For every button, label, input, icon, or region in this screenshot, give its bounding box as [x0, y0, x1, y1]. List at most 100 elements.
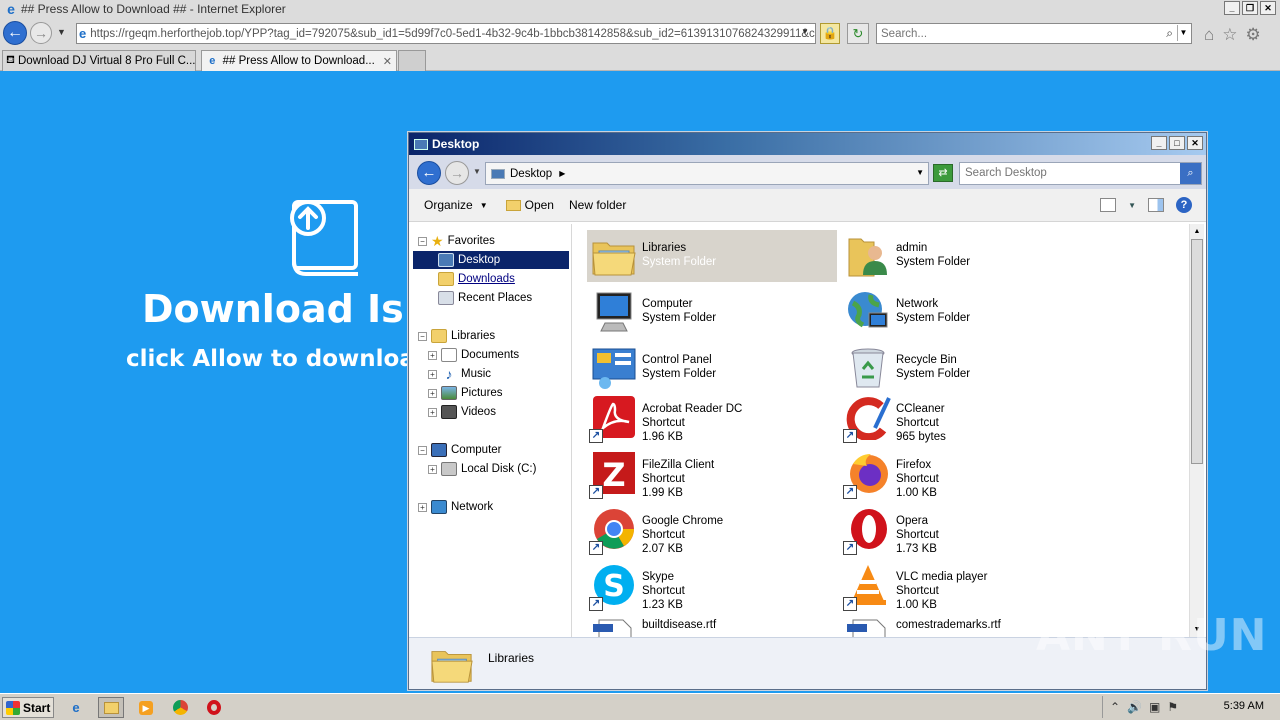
file-type: System Folder [642, 368, 717, 380]
file-item-ccleaner[interactable]: ↗ CCleaner Shortcut 965 bytes [841, 391, 1091, 443]
address-dropdown-icon[interactable]: ▼ [916, 168, 924, 177]
tree-recent-places[interactable]: Recent Places [438, 289, 532, 307]
tree-libraries[interactable]: − Libraries [418, 327, 495, 345]
tree-desktop[interactable]: Desktop [413, 251, 569, 269]
expand-icon[interactable]: + [418, 502, 427, 512]
action-center-flag-icon[interactable]: ⚑ [1167, 700, 1178, 714]
preview-pane-icon[interactable] [1148, 198, 1164, 212]
tree-music[interactable]: + ♪ Music [428, 365, 491, 383]
search-dropdown-icon[interactable]: ▼ [1177, 25, 1189, 41]
recent-pages-dropdown[interactable]: ▼ [57, 27, 66, 37]
file-item-network[interactable]: Network System Folder [841, 286, 1091, 338]
file-item-opera[interactable]: ↗ Opera Shortcut 1.73 KB [841, 503, 1091, 555]
explorer-search-input[interactable] [965, 167, 1175, 179]
collapse-icon[interactable]: − [418, 331, 427, 341]
file-item-libraries[interactable]: Libraries System Folder [587, 230, 837, 282]
expand-icon[interactable]: + [428, 388, 437, 398]
expand-icon[interactable]: + [428, 369, 437, 379]
search-icon[interactable]: ⌕ [1180, 163, 1201, 184]
tab-close-icon[interactable]: ✕ [383, 55, 392, 68]
gear-icon[interactable]: ⚙ [1246, 25, 1261, 45]
expand-icon[interactable]: + [428, 350, 437, 360]
forward-button[interactable]: → [30, 22, 52, 44]
close-button[interactable]: ✕ [1260, 1, 1276, 15]
recent-locations-dropdown[interactable]: ▼ [473, 167, 481, 176]
tree-videos[interactable]: + Videos [428, 403, 496, 421]
file-type: Shortcut [642, 529, 685, 541]
close-button[interactable]: ✕ [1187, 136, 1203, 150]
scroll-up-icon[interactable]: ▲ [1191, 225, 1203, 238]
tree-computer[interactable]: − Computer [418, 441, 502, 459]
volume-icon[interactable]: 🔊 [1127, 700, 1142, 714]
organize-button[interactable]: Organize ▼ [424, 198, 488, 212]
view-dropdown-icon[interactable]: ▼ [1128, 201, 1136, 210]
taskbar-media-player-icon[interactable]: ▶ [133, 697, 159, 718]
url-dropdown-icon[interactable]: ▼ [801, 27, 813, 41]
show-hidden-icons-icon[interactable]: ⌃ [1110, 700, 1120, 714]
minimize-button[interactable]: _ [1224, 1, 1240, 15]
file-type: Shortcut [896, 473, 939, 485]
file-item-builtdisease-rtf[interactable]: builtdisease.rtf [587, 615, 837, 637]
lock-icon[interactable]: 🔒 [820, 23, 840, 44]
breadcrumb-chevron-icon[interactable]: ▶ [559, 169, 565, 178]
tree-documents[interactable]: + Documents [428, 346, 519, 364]
home-icon[interactable]: ⌂ [1204, 25, 1214, 45]
browser-search-input[interactable] [881, 27, 1151, 40]
collapse-icon[interactable]: − [418, 445, 427, 455]
file-item-acrobat[interactable]: ↗ Acrobat Reader DC Shortcut 1.96 KB [587, 391, 837, 443]
network-tray-icon[interactable]: ▣ [1149, 700, 1160, 714]
expand-icon[interactable]: + [428, 464, 437, 474]
search-icon[interactable]: ⌕ [1166, 26, 1173, 41]
file-item-firefox[interactable]: ↗ Firefox Shortcut 1.00 KB [841, 447, 1091, 499]
taskbar-internet-explorer-icon[interactable]: e [63, 697, 89, 718]
url-text[interactable]: https://rgeqm.herforthejob.top/YPP?tag_i… [90, 28, 815, 40]
tree-local-disk[interactable]: + Local Disk (C:) [428, 460, 536, 478]
tab-download-dj[interactable]: ⛾ Download DJ Virtual 8 Pro Full C... [2, 50, 196, 71]
taskbar-opera-icon[interactable] [201, 697, 227, 718]
file-item-admin[interactable]: admin System Folder [841, 230, 1091, 282]
file-name: admin [896, 242, 928, 254]
file-item-computer[interactable]: Computer System Folder [587, 286, 837, 338]
vertical-scrollbar[interactable]: ▲ ▼ [1189, 224, 1204, 637]
scrollbar-thumb[interactable] [1191, 239, 1203, 464]
url-field[interactable]: e https://rgeqm.herforthejob.top/YPP?tag… [76, 23, 816, 44]
taskbar-explorer-icon[interactable] [98, 697, 124, 718]
file-item-skype[interactable]: S ↗ Skype Shortcut 1.23 KB [587, 559, 837, 611]
collapse-icon[interactable]: − [418, 236, 427, 246]
file-item-filezilla[interactable]: Z ↗ FileZilla Client Shortcut 1.99 KB [587, 447, 837, 499]
view-controls: ▼ ? [1100, 197, 1192, 213]
breadcrumb[interactable]: Desktop ▶ ▼ [485, 162, 929, 185]
expand-icon[interactable]: + [428, 407, 437, 417]
file-item-vlc[interactable]: ↗ VLC media player Shortcut 1.00 KB [841, 559, 1091, 611]
file-size: 1.96 KB [642, 431, 683, 443]
tree-downloads[interactable]: Downloads [438, 270, 515, 288]
taskbar-chrome-icon[interactable] [167, 697, 193, 718]
clock[interactable]: 5:39 AM [1224, 700, 1264, 712]
tree-favorites[interactable]: − ★ Favorites [418, 232, 495, 250]
tab-press-allow[interactable]: e ## Press Allow to Download... ✕ [201, 50, 397, 71]
breadcrumb-desktop[interactable]: Desktop [510, 168, 552, 180]
tree-network[interactable]: + Network [418, 498, 493, 516]
back-button[interactable]: ← [3, 21, 27, 45]
file-item-recycle-bin[interactable]: Recycle Bin System Folder [841, 342, 1091, 394]
disk-icon [441, 462, 457, 476]
help-icon[interactable]: ? [1176, 197, 1192, 213]
new-tab-button[interactable] [398, 50, 426, 71]
new-folder-button[interactable]: New folder [569, 198, 626, 212]
change-view-icon[interactable] [1100, 198, 1117, 212]
start-button[interactable]: Start [2, 697, 54, 718]
forward-button[interactable]: → [445, 161, 469, 185]
desktop-icon [414, 138, 428, 150]
maximize-button[interactable]: □ [1169, 136, 1185, 150]
back-button[interactable]: ← [417, 161, 441, 185]
open-button[interactable]: Open [505, 198, 554, 212]
tree-pictures[interactable]: + Pictures [428, 384, 503, 402]
restore-button[interactable]: ❐ [1242, 1, 1258, 15]
navigation-pane: − ★ Favorites Desktop Downloads Recent P… [412, 224, 572, 637]
refresh-button[interactable]: ↻ [847, 23, 869, 44]
minimize-button[interactable]: _ [1151, 136, 1167, 150]
favorites-star-icon[interactable]: ☆ [1222, 25, 1237, 45]
file-item-chrome[interactable]: ↗ Google Chrome Shortcut 2.07 KB [587, 503, 837, 555]
refresh-button[interactable]: ⇄ [933, 164, 953, 182]
file-item-control-panel[interactable]: Control Panel System Folder [587, 342, 837, 394]
